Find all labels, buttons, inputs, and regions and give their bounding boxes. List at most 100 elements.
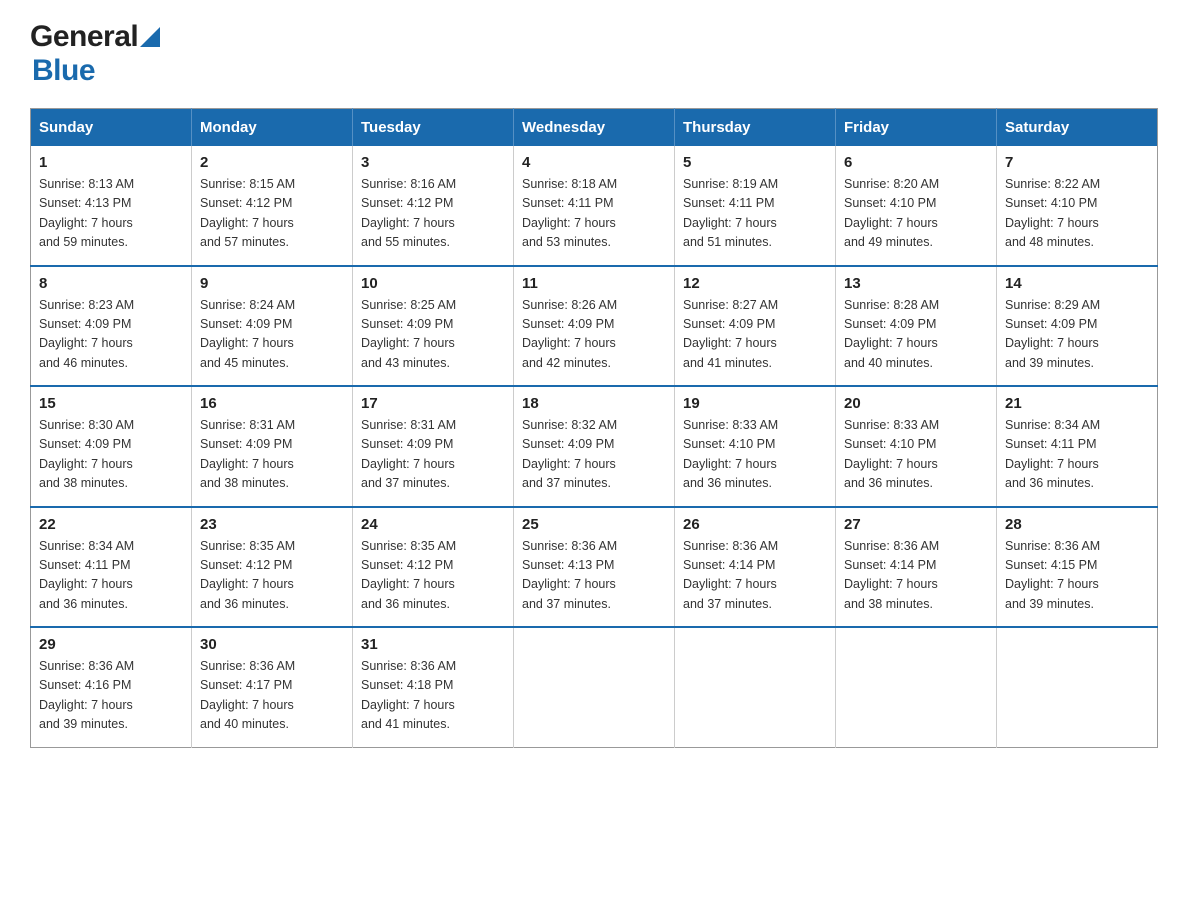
day-number: 12 — [683, 275, 827, 292]
day-number: 27 — [844, 516, 988, 533]
day-info: Sunrise: 8:35 AM Sunset: 4:12 PM Dayligh… — [361, 537, 505, 615]
calendar-header-tuesday: Tuesday — [353, 109, 514, 147]
day-info: Sunrise: 8:31 AM Sunset: 4:09 PM Dayligh… — [361, 416, 505, 494]
day-number: 2 — [200, 154, 344, 171]
calendar-cell: 5 Sunrise: 8:19 AM Sunset: 4:11 PM Dayli… — [675, 146, 836, 266]
day-info: Sunrise: 8:36 AM Sunset: 4:14 PM Dayligh… — [844, 537, 988, 615]
day-info: Sunrise: 8:23 AM Sunset: 4:09 PM Dayligh… — [39, 296, 183, 374]
day-info: Sunrise: 8:32 AM Sunset: 4:09 PM Dayligh… — [522, 416, 666, 494]
calendar-cell: 14 Sunrise: 8:29 AM Sunset: 4:09 PM Dayl… — [997, 266, 1158, 387]
day-number: 14 — [1005, 275, 1149, 292]
day-info: Sunrise: 8:29 AM Sunset: 4:09 PM Dayligh… — [1005, 296, 1149, 374]
calendar-cell: 12 Sunrise: 8:27 AM Sunset: 4:09 PM Dayl… — [675, 266, 836, 387]
day-info: Sunrise: 8:36 AM Sunset: 4:13 PM Dayligh… — [522, 537, 666, 615]
day-number: 31 — [361, 636, 505, 653]
day-info: Sunrise: 8:36 AM Sunset: 4:16 PM Dayligh… — [39, 657, 183, 735]
calendar-cell: 4 Sunrise: 8:18 AM Sunset: 4:11 PM Dayli… — [514, 146, 675, 266]
calendar-cell: 19 Sunrise: 8:33 AM Sunset: 4:10 PM Dayl… — [675, 386, 836, 507]
day-number: 29 — [39, 636, 183, 653]
calendar-cell: 2 Sunrise: 8:15 AM Sunset: 4:12 PM Dayli… — [192, 146, 353, 266]
logo: General Blue — [30, 20, 160, 88]
day-info: Sunrise: 8:34 AM Sunset: 4:11 PM Dayligh… — [1005, 416, 1149, 494]
day-info: Sunrise: 8:19 AM Sunset: 4:11 PM Dayligh… — [683, 175, 827, 253]
day-info: Sunrise: 8:36 AM Sunset: 4:15 PM Dayligh… — [1005, 537, 1149, 615]
day-info: Sunrise: 8:22 AM Sunset: 4:10 PM Dayligh… — [1005, 175, 1149, 253]
day-info: Sunrise: 8:28 AM Sunset: 4:09 PM Dayligh… — [844, 296, 988, 374]
calendar-header-sunday: Sunday — [31, 109, 192, 147]
calendar-cell: 3 Sunrise: 8:16 AM Sunset: 4:12 PM Dayli… — [353, 146, 514, 266]
calendar-cell: 27 Sunrise: 8:36 AM Sunset: 4:14 PM Dayl… — [836, 507, 997, 628]
day-info: Sunrise: 8:20 AM Sunset: 4:10 PM Dayligh… — [844, 175, 988, 253]
calendar-cell: 10 Sunrise: 8:25 AM Sunset: 4:09 PM Dayl… — [353, 266, 514, 387]
day-number: 25 — [522, 516, 666, 533]
day-number: 8 — [39, 275, 183, 292]
calendar-cell: 28 Sunrise: 8:36 AM Sunset: 4:15 PM Dayl… — [997, 507, 1158, 628]
calendar-cell: 22 Sunrise: 8:34 AM Sunset: 4:11 PM Dayl… — [31, 507, 192, 628]
day-info: Sunrise: 8:35 AM Sunset: 4:12 PM Dayligh… — [200, 537, 344, 615]
calendar-week-row: 15 Sunrise: 8:30 AM Sunset: 4:09 PM Dayl… — [31, 386, 1158, 507]
calendar-cell: 24 Sunrise: 8:35 AM Sunset: 4:12 PM Dayl… — [353, 507, 514, 628]
day-number: 24 — [361, 516, 505, 533]
day-number: 26 — [683, 516, 827, 533]
day-number: 20 — [844, 395, 988, 412]
day-number: 22 — [39, 516, 183, 533]
calendar-cell: 8 Sunrise: 8:23 AM Sunset: 4:09 PM Dayli… — [31, 266, 192, 387]
calendar-cell: 21 Sunrise: 8:34 AM Sunset: 4:11 PM Dayl… — [997, 386, 1158, 507]
calendar-cell: 15 Sunrise: 8:30 AM Sunset: 4:09 PM Dayl… — [31, 386, 192, 507]
day-info: Sunrise: 8:34 AM Sunset: 4:11 PM Dayligh… — [39, 537, 183, 615]
calendar-cell: 29 Sunrise: 8:36 AM Sunset: 4:16 PM Dayl… — [31, 627, 192, 747]
calendar-cell — [514, 627, 675, 747]
day-number: 5 — [683, 154, 827, 171]
calendar-cell — [675, 627, 836, 747]
logo-general-text: General — [30, 20, 138, 54]
calendar-header-thursday: Thursday — [675, 109, 836, 147]
calendar-header-monday: Monday — [192, 109, 353, 147]
calendar-week-row: 8 Sunrise: 8:23 AM Sunset: 4:09 PM Dayli… — [31, 266, 1158, 387]
day-number: 13 — [844, 275, 988, 292]
calendar-cell: 13 Sunrise: 8:28 AM Sunset: 4:09 PM Dayl… — [836, 266, 997, 387]
day-number: 15 — [39, 395, 183, 412]
day-number: 23 — [200, 516, 344, 533]
day-info: Sunrise: 8:33 AM Sunset: 4:10 PM Dayligh… — [844, 416, 988, 494]
calendar-header-wednesday: Wednesday — [514, 109, 675, 147]
calendar-cell: 23 Sunrise: 8:35 AM Sunset: 4:12 PM Dayl… — [192, 507, 353, 628]
calendar-table: SundayMondayTuesdayWednesdayThursdayFrid… — [30, 108, 1158, 748]
day-info: Sunrise: 8:18 AM Sunset: 4:11 PM Dayligh… — [522, 175, 666, 253]
calendar-cell: 1 Sunrise: 8:13 AM Sunset: 4:13 PM Dayli… — [31, 146, 192, 266]
calendar-cell: 18 Sunrise: 8:32 AM Sunset: 4:09 PM Dayl… — [514, 386, 675, 507]
calendar-cell: 26 Sunrise: 8:36 AM Sunset: 4:14 PM Dayl… — [675, 507, 836, 628]
calendar-cell: 30 Sunrise: 8:36 AM Sunset: 4:17 PM Dayl… — [192, 627, 353, 747]
calendar-week-row: 29 Sunrise: 8:36 AM Sunset: 4:16 PM Dayl… — [31, 627, 1158, 747]
day-number: 7 — [1005, 154, 1149, 171]
calendar-week-row: 22 Sunrise: 8:34 AM Sunset: 4:11 PM Dayl… — [31, 507, 1158, 628]
day-info: Sunrise: 8:36 AM Sunset: 4:17 PM Dayligh… — [200, 657, 344, 735]
calendar-cell: 7 Sunrise: 8:22 AM Sunset: 4:10 PM Dayli… — [997, 146, 1158, 266]
day-number: 9 — [200, 275, 344, 292]
day-number: 6 — [844, 154, 988, 171]
day-number: 30 — [200, 636, 344, 653]
calendar-header-saturday: Saturday — [997, 109, 1158, 147]
calendar-week-row: 1 Sunrise: 8:13 AM Sunset: 4:13 PM Dayli… — [31, 146, 1158, 266]
day-info: Sunrise: 8:36 AM Sunset: 4:14 PM Dayligh… — [683, 537, 827, 615]
calendar-cell: 11 Sunrise: 8:26 AM Sunset: 4:09 PM Dayl… — [514, 266, 675, 387]
calendar-cell: 31 Sunrise: 8:36 AM Sunset: 4:18 PM Dayl… — [353, 627, 514, 747]
calendar-cell — [997, 627, 1158, 747]
calendar-cell: 6 Sunrise: 8:20 AM Sunset: 4:10 PM Dayli… — [836, 146, 997, 266]
logo-blue-text: Blue — [30, 54, 95, 88]
day-number: 21 — [1005, 395, 1149, 412]
day-number: 16 — [200, 395, 344, 412]
calendar-header-row: SundayMondayTuesdayWednesdayThursdayFrid… — [31, 109, 1158, 147]
day-info: Sunrise: 8:13 AM Sunset: 4:13 PM Dayligh… — [39, 175, 183, 253]
day-number: 3 — [361, 154, 505, 171]
day-number: 18 — [522, 395, 666, 412]
logo-triangle-icon — [140, 27, 160, 47]
day-number: 4 — [522, 154, 666, 171]
day-number: 17 — [361, 395, 505, 412]
calendar-cell: 16 Sunrise: 8:31 AM Sunset: 4:09 PM Dayl… — [192, 386, 353, 507]
day-info: Sunrise: 8:33 AM Sunset: 4:10 PM Dayligh… — [683, 416, 827, 494]
calendar-cell: 25 Sunrise: 8:36 AM Sunset: 4:13 PM Dayl… — [514, 507, 675, 628]
day-number: 1 — [39, 154, 183, 171]
day-number: 28 — [1005, 516, 1149, 533]
day-info: Sunrise: 8:36 AM Sunset: 4:18 PM Dayligh… — [361, 657, 505, 735]
calendar-cell: 9 Sunrise: 8:24 AM Sunset: 4:09 PM Dayli… — [192, 266, 353, 387]
